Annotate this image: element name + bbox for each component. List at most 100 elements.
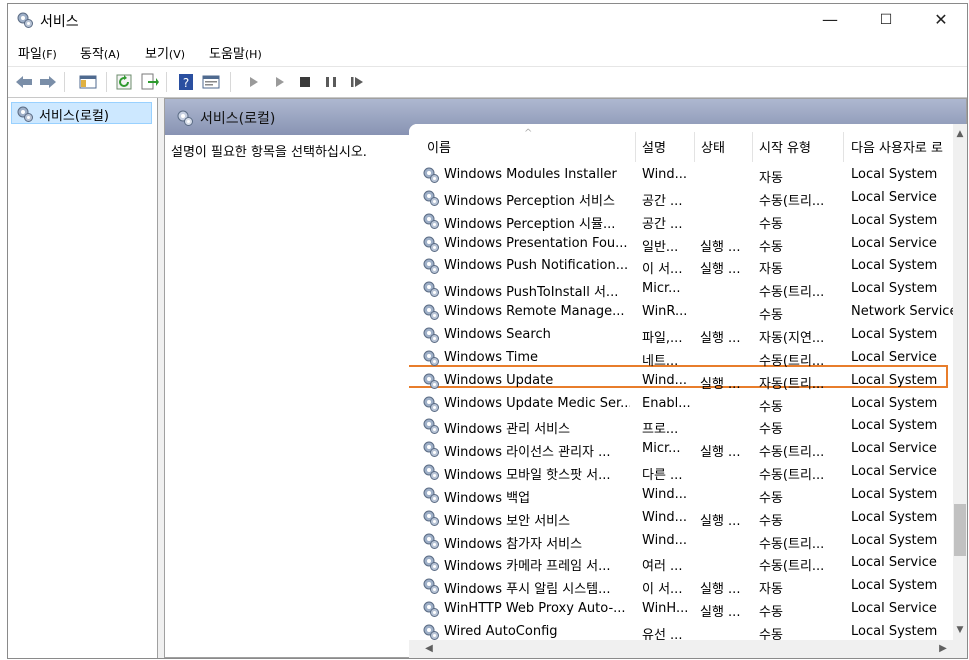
service-log-on-as: Local System bbox=[851, 372, 938, 388]
vertical-scrollbar[interactable]: ▲ ▼ bbox=[953, 124, 967, 640]
service-description: Wind... bbox=[642, 532, 688, 548]
scroll-left-icon[interactable]: ◀ bbox=[421, 640, 437, 658]
service-name: Windows PushToInstall 서... bbox=[444, 285, 619, 301]
service-log-on-as: Local System bbox=[851, 486, 938, 502]
service-row[interactable]: Windows 관리 서비스 프로... 수동 Local System bbox=[409, 415, 953, 438]
service-name: Windows Perception 시뮬... bbox=[444, 216, 616, 232]
menu-action[interactable]: 동작(A) bbox=[80, 43, 120, 62]
column-header-startup-type[interactable]: 시작 유형 bbox=[759, 137, 811, 156]
service-gear-icon bbox=[422, 600, 440, 622]
service-gear-icon bbox=[422, 303, 440, 325]
service-description: WinR... bbox=[642, 304, 688, 320]
service-startup-type: 수동 bbox=[759, 513, 783, 529]
service-startup-type: 수동 bbox=[759, 239, 783, 255]
close-button[interactable]: ✕ bbox=[918, 4, 964, 36]
horizontal-scrollbar[interactable]: ◀ ▶ bbox=[409, 640, 953, 658]
service-description: WinH... bbox=[642, 601, 689, 617]
service-gear-icon bbox=[422, 463, 440, 485]
service-gear-icon bbox=[422, 166, 440, 188]
column-divider[interactable] bbox=[635, 132, 636, 162]
service-row[interactable]: Windows 모바일 핫스팟 서... 다른 ... 수동(트리... Local … bbox=[409, 461, 953, 484]
pause-service-icon[interactable] bbox=[321, 72, 341, 92]
service-description: Wind... bbox=[642, 372, 688, 388]
service-log-on-as: Local System bbox=[851, 624, 938, 639]
service-log-on-as: Local System bbox=[851, 326, 938, 342]
service-row[interactable]: Windows Perception 시뮬... 공간 ... 수동 Local Sy… bbox=[409, 210, 953, 233]
service-name: Windows 관리 서비스 bbox=[444, 422, 571, 438]
stop-service-icon[interactable] bbox=[295, 72, 315, 92]
help-icon[interactable]: ? bbox=[176, 72, 196, 92]
scroll-right-icon[interactable]: ▶ bbox=[935, 640, 951, 658]
menu-file[interactable]: 파일(F) bbox=[18, 43, 57, 62]
column-header-description[interactable]: 설명 bbox=[642, 137, 666, 156]
service-description: Wind... bbox=[642, 509, 688, 525]
start-service-alt-icon[interactable] bbox=[270, 72, 290, 92]
column-divider[interactable] bbox=[843, 132, 844, 162]
service-row[interactable]: Windows Perception 서비스 공간 ... 수동(트리... Loca… bbox=[409, 187, 953, 210]
service-row[interactable]: Windows Update Wind... 실행 ... 자동(트리... Local… bbox=[409, 370, 953, 393]
service-gear-icon bbox=[422, 532, 440, 554]
service-log-on-as: Local System bbox=[851, 281, 938, 297]
service-row[interactable]: Windows PushToInstall 서... Micr... 수동(트리..… bbox=[409, 278, 953, 301]
vertical-scroll-thumb[interactable] bbox=[954, 504, 966, 556]
column-header-log-on-as[interactable]: 다음 사용자로 로 bbox=[851, 137, 955, 156]
service-row[interactable]: Windows Remote Manage... WinR... 수동 Network… bbox=[409, 301, 955, 325]
service-gear-icon bbox=[422, 486, 440, 508]
forward-icon[interactable] bbox=[38, 72, 58, 92]
scroll-up-icon[interactable]: ▲ bbox=[953, 126, 967, 142]
refresh-icon[interactable] bbox=[114, 72, 134, 92]
minimize-button[interactable]: — bbox=[807, 4, 853, 36]
service-description: 파일,... bbox=[642, 330, 683, 346]
properties-icon[interactable] bbox=[201, 72, 221, 92]
maximize-button[interactable]: ☐ bbox=[863, 4, 909, 36]
column-divider[interactable] bbox=[752, 132, 753, 162]
start-service-icon[interactable] bbox=[244, 72, 264, 92]
service-row[interactable]: WinHTTP Web Proxy Auto-... WinH... 실행 ... 수… bbox=[409, 598, 953, 621]
service-log-on-as: Network Service bbox=[851, 304, 955, 320]
service-name: Windows Modules Installer bbox=[444, 167, 617, 182]
column-divider[interactable] bbox=[694, 132, 695, 162]
service-status: 실행 ... bbox=[700, 513, 741, 529]
service-row[interactable]: Windows 백업 Wind... 수동 Local System bbox=[409, 484, 953, 507]
tree-item-label: 서비스(로컬) bbox=[39, 109, 109, 124]
service-name: Windows Time bbox=[444, 349, 538, 365]
service-startup-type: 수동 bbox=[759, 308, 783, 324]
service-description: Wind... bbox=[642, 167, 688, 182]
service-startup-type: 수동(트리... bbox=[759, 285, 825, 301]
service-startup-type: 수동 bbox=[759, 490, 783, 506]
menu-view[interactable]: 보기(V) bbox=[145, 43, 185, 62]
service-startup-type: 자동(트리... bbox=[759, 376, 825, 392]
show-hide-console-tree-icon[interactable] bbox=[78, 72, 98, 92]
service-description: 공간 ... bbox=[642, 193, 683, 209]
service-row[interactable]: Windows Push Notification... 이 서... 실행 ...… bbox=[409, 255, 953, 278]
service-row[interactable]: Windows 카메라 프레임 서... 여러 ... 수동(트리... Local … bbox=[409, 552, 953, 575]
service-name: Windows 푸시 알림 시스템... bbox=[444, 582, 611, 598]
service-log-on-as: Local Service bbox=[851, 441, 937, 457]
service-gear-icon bbox=[422, 189, 440, 211]
column-header-status[interactable]: 상태 bbox=[701, 137, 725, 156]
service-row[interactable]: Windows Search 파일,... 실행 ... 자동(지연... Local … bbox=[409, 324, 953, 347]
service-row[interactable]: Windows 라이선스 관리자 ... Micr... 실행 ... 수동(트리..… bbox=[409, 438, 953, 461]
export-list-icon[interactable] bbox=[139, 72, 159, 92]
service-startup-type: 수동 bbox=[759, 399, 783, 415]
service-gear-icon bbox=[422, 257, 440, 279]
service-row[interactable]: Windows 푸시 알림 시스템... 이 서... 실행 ... 자동 Local … bbox=[409, 575, 953, 598]
service-log-on-as: Local System bbox=[851, 532, 938, 548]
restart-service-icon[interactable] bbox=[347, 72, 367, 92]
service-startup-type: 수동 bbox=[759, 605, 783, 621]
service-log-on-as: Local System bbox=[851, 395, 938, 411]
service-row[interactable]: Windows Time 네트... 수동(트리... Local Service bbox=[409, 347, 953, 370]
column-header-name[interactable]: 이름 bbox=[427, 137, 451, 156]
service-name: Windows 보안 서비스 bbox=[444, 513, 571, 529]
tree-item-services-local[interactable]: 서비스(로컬) bbox=[11, 102, 152, 124]
service-row[interactable]: Windows Update Medic Ser... Enabl... 수동 Loc… bbox=[409, 393, 953, 416]
service-row[interactable]: Windows 보안 서비스 Wind... 실행 ... 수동 Local Syste… bbox=[409, 507, 953, 530]
menu-help[interactable]: 도움말(H) bbox=[209, 43, 262, 62]
service-row[interactable]: Windows Presentation Fou... 일반... 실행 ... 수동… bbox=[409, 233, 953, 256]
scroll-down-icon[interactable]: ▼ bbox=[953, 622, 967, 638]
back-icon[interactable] bbox=[14, 72, 34, 92]
service-log-on-as: Local Service bbox=[851, 349, 937, 365]
service-row[interactable]: Windows Modules Installer Wind... 자동 Local … bbox=[409, 164, 953, 187]
service-status: 실행 ... bbox=[700, 262, 741, 278]
service-row[interactable]: Windows 참가자 서비스 Wind... 수동(트리... Local Syst… bbox=[409, 530, 953, 553]
